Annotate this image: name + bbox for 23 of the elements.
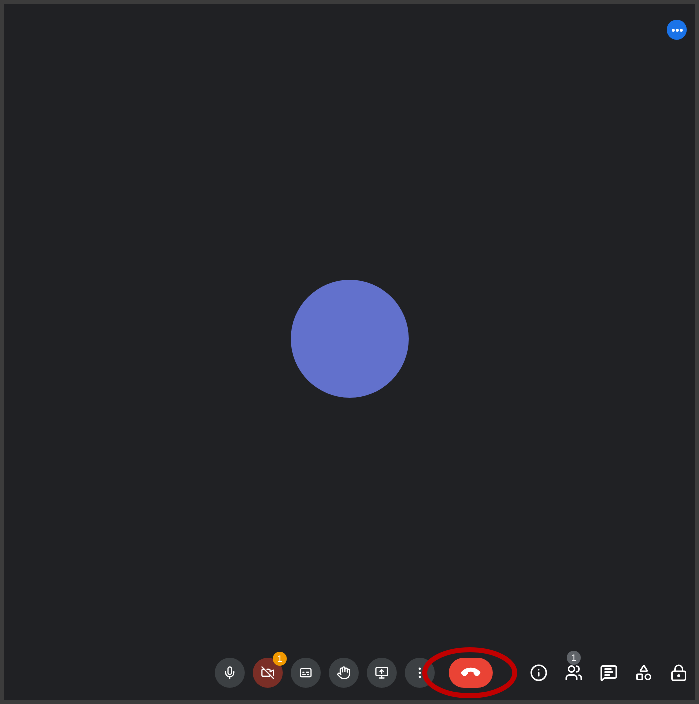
mic-button[interactable]: [215, 658, 245, 688]
hang-up-button[interactable]: [449, 658, 493, 688]
lock-button[interactable]: [669, 663, 689, 683]
hand-button[interactable]: [329, 658, 359, 688]
participant-count-badge: 1: [567, 651, 581, 665]
info-icon: [530, 664, 548, 682]
people-icon: [565, 664, 583, 682]
hand-icon: [337, 666, 351, 680]
captions-button[interactable]: [291, 658, 321, 688]
more-options-icon[interactable]: [667, 20, 687, 40]
microphone-icon: [223, 666, 237, 680]
lock-icon: [670, 664, 688, 682]
activities-button[interactable]: [634, 663, 654, 683]
present-button[interactable]: [367, 658, 397, 688]
chat-icon: [600, 664, 618, 682]
people-button[interactable]: [564, 663, 584, 683]
notification-badge: 1: [273, 652, 287, 666]
info-button[interactable]: [529, 663, 549, 683]
present-screen-icon: [375, 666, 389, 680]
camera-icon: [261, 666, 275, 680]
chat-button[interactable]: [599, 663, 619, 683]
captions-icon: [299, 666, 313, 680]
shapes-icon: [635, 664, 653, 682]
